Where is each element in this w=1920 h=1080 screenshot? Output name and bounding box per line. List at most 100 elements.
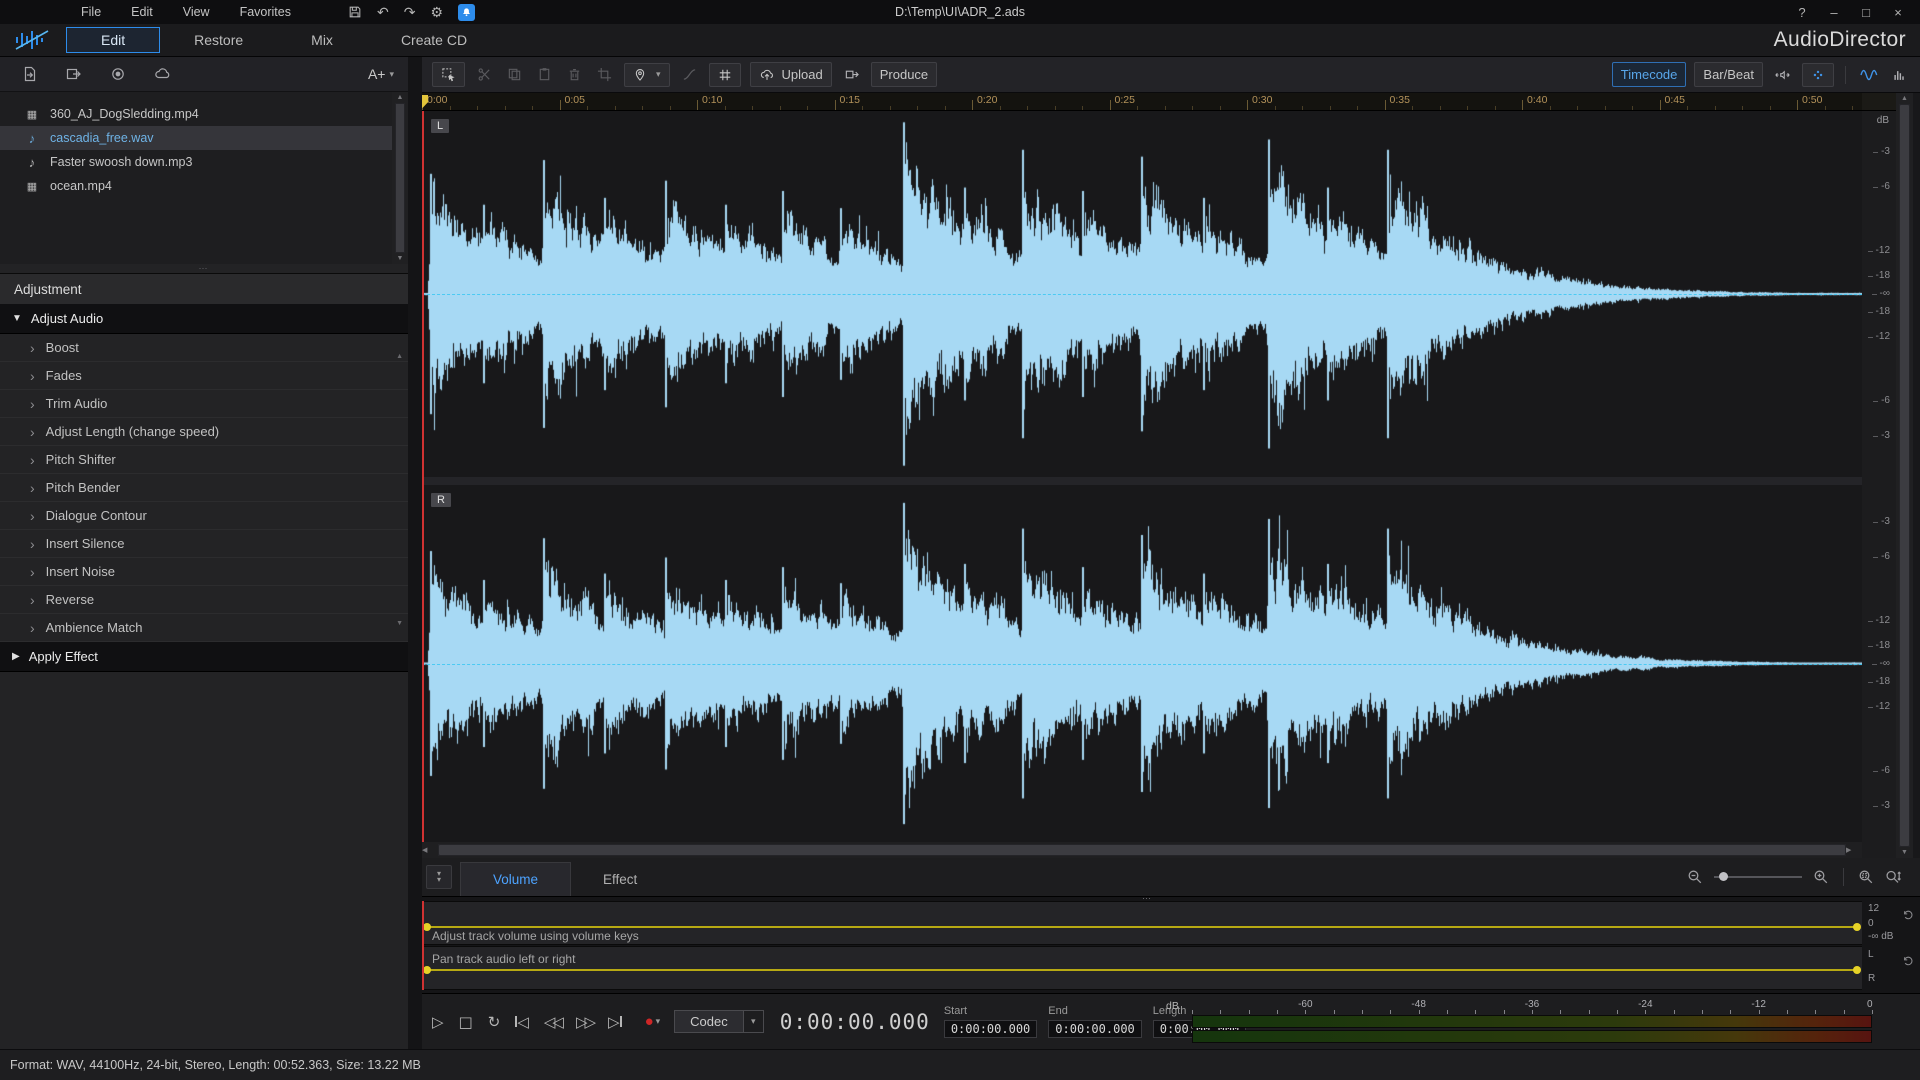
paste-icon[interactable]	[534, 67, 555, 82]
scroll-up-icon[interactable]: ▲	[397, 94, 404, 101]
pan-key-row[interactable]: Pan track audio left or right	[422, 946, 1862, 990]
close-button[interactable]: ×	[1886, 5, 1910, 20]
keyframe-tab[interactable]: Effect	[571, 862, 669, 896]
library-item[interactable]: Faster swoosh down.mp3	[0, 150, 392, 174]
volume-keyframe-line[interactable]	[425, 926, 1859, 928]
cut-icon[interactable]	[474, 67, 495, 82]
time-field-value[interactable]: 0:00:00.000	[1048, 1020, 1141, 1038]
snap-grid-button[interactable]	[709, 63, 741, 87]
help-button[interactable]: ?	[1790, 5, 1814, 20]
zoom-slider-knob[interactable]	[1719, 872, 1728, 881]
timeline-ruler[interactable]: 0:000:050:100:150:200:250:300:350:400:45…	[422, 93, 1862, 111]
audio-stretch-icon[interactable]	[1771, 68, 1794, 82]
chevron-down-icon[interactable]: ▾	[744, 1010, 764, 1033]
module-tab[interactable]: Create CD	[367, 28, 501, 52]
scroll-up-icon[interactable]: ▲	[1901, 95, 1908, 102]
zoom-fit-icon[interactable]	[1858, 869, 1874, 885]
hscroll-track[interactable]	[438, 844, 1846, 856]
spectral-view-button[interactable]	[1889, 68, 1910, 82]
rewind-button[interactable]: ◁◁	[544, 1013, 561, 1031]
menubar-item[interactable]: View	[168, 5, 225, 19]
adjustment-item[interactable]: › Fades	[0, 362, 408, 390]
stop-button[interactable]: □	[459, 1013, 473, 1031]
redo-button[interactable]: ↷	[404, 5, 416, 19]
keyframe-grid-button[interactable]	[1802, 63, 1834, 87]
adjustment-item[interactable]: › Reverse	[0, 586, 408, 614]
adjustment-item[interactable]: › Dialogue Contour	[0, 502, 408, 530]
library-scrollbar[interactable]: ▲ ▼	[392, 92, 408, 264]
barbeat-button[interactable]: Bar/Beat	[1694, 62, 1763, 87]
select-tool-button[interactable]	[432, 62, 465, 87]
adjustment-item[interactable]: › Insert Silence	[0, 530, 408, 558]
save-button[interactable]	[348, 5, 362, 19]
library-item[interactable]: cascadia_free.wav	[0, 126, 392, 150]
adjustment-item[interactable]: › Pitch Shifter	[0, 446, 408, 474]
zoom-in-icon[interactable]	[1813, 869, 1829, 885]
adjustment-item[interactable]: › Pitch Bender	[0, 474, 408, 502]
reset-volume-icon[interactable]	[1902, 909, 1914, 921]
trim-icon[interactable]	[594, 67, 615, 82]
playhead-line[interactable]	[422, 111, 424, 842]
text-size-button[interactable]: A+▾	[368, 66, 394, 82]
library-scroll-thumb[interactable]	[396, 104, 404, 252]
adjustment-item[interactable]: › Trim Audio	[0, 390, 408, 418]
copy-icon[interactable]	[504, 67, 525, 82]
record-button[interactable]: ●	[645, 1013, 654, 1030]
settings-gear-icon[interactable]: ⚙	[430, 5, 443, 19]
produce-button[interactable]: Produce	[871, 62, 937, 87]
scroll-down-icon[interactable]: ▼	[397, 255, 404, 262]
marker-button[interactable]: ▾	[624, 63, 670, 87]
delete-icon[interactable]	[564, 67, 585, 82]
adjust-audio-group[interactable]: ▼ Adjust Audio	[0, 304, 408, 334]
vscroll-thumb[interactable]	[1900, 105, 1909, 846]
loop-button[interactable]: ↻	[488, 1013, 501, 1031]
volume-key-row[interactable]: Adjust track volume using volume keys	[422, 901, 1862, 945]
zoom-vertical-icon[interactable]	[1885, 869, 1902, 885]
scroll-down-icon[interactable]: ▼	[1901, 849, 1908, 856]
record-options-dropdown[interactable]: ▾	[656, 1016, 661, 1027]
timecode-button[interactable]: Timecode	[1612, 62, 1687, 87]
scroll-right-icon[interactable]: ▶	[1846, 846, 1862, 854]
hscroll-thumb[interactable]	[439, 845, 1845, 855]
adjustment-item[interactable]: › Boost	[0, 334, 408, 362]
play-button[interactable]: ▷	[432, 1013, 444, 1031]
menubar-item[interactable]: Edit	[116, 5, 168, 19]
menubar-item[interactable]: File	[66, 5, 116, 19]
time-field-value[interactable]: 0:00:00.000	[944, 1020, 1037, 1038]
fast-forward-button[interactable]: ▷▷	[576, 1013, 593, 1031]
import-media-button[interactable]	[22, 66, 38, 82]
volume-envelope-line[interactable]	[422, 664, 1862, 665]
playhead-marker-icon[interactable]	[422, 95, 428, 108]
module-tab[interactable]: Restore	[160, 28, 277, 52]
scroll-left-icon[interactable]: ◀	[422, 846, 438, 854]
adjustment-item[interactable]: › Insert Noise	[0, 558, 408, 586]
go-to-start-button[interactable]: ◁	[515, 1013, 529, 1031]
waveform-view-button[interactable]	[1857, 68, 1881, 82]
fade-icon[interactable]	[679, 67, 700, 82]
cloud-download-button[interactable]	[154, 66, 171, 82]
undo-button[interactable]: ↶	[377, 5, 389, 19]
menubar-item[interactable]: Favorites	[225, 5, 306, 19]
volume-envelope-line[interactable]	[422, 294, 1862, 295]
keyframe-tab[interactable]: Volume	[460, 862, 571, 896]
library-item[interactable]: ocean.mp4	[0, 174, 392, 198]
vscroll-track[interactable]	[1899, 104, 1910, 847]
codec-label[interactable]: Codec	[674, 1010, 744, 1033]
library-scroll-track[interactable]	[395, 103, 405, 253]
vertical-panel-divider[interactable]	[408, 57, 422, 1049]
export-library-button[interactable]	[66, 66, 82, 82]
minimize-button[interactable]: –	[1822, 5, 1846, 20]
vertical-scrollbar[interactable]: ▲ ▼	[1896, 93, 1913, 858]
channel-divider[interactable]	[422, 477, 1862, 485]
reset-pan-icon[interactable]	[1902, 955, 1914, 967]
go-to-end-button[interactable]: ▷	[608, 1013, 622, 1031]
record-audio-button[interactable]	[110, 66, 126, 82]
codec-dropdown[interactable]: Codec ▾	[674, 1010, 764, 1033]
panel-splitter-handle[interactable]: ⋯	[0, 264, 408, 273]
zoom-out-icon[interactable]	[1687, 869, 1703, 885]
horizontal-scrollbar[interactable]: ◀ ▶	[422, 842, 1862, 858]
zoom-slider[interactable]	[1714, 876, 1802, 878]
library-item[interactable]: 360_AJ_DogSledding.mp4	[0, 102, 392, 126]
maximize-button[interactable]: □	[1854, 5, 1878, 20]
adjustment-item[interactable]: › Ambience Match	[0, 614, 408, 642]
